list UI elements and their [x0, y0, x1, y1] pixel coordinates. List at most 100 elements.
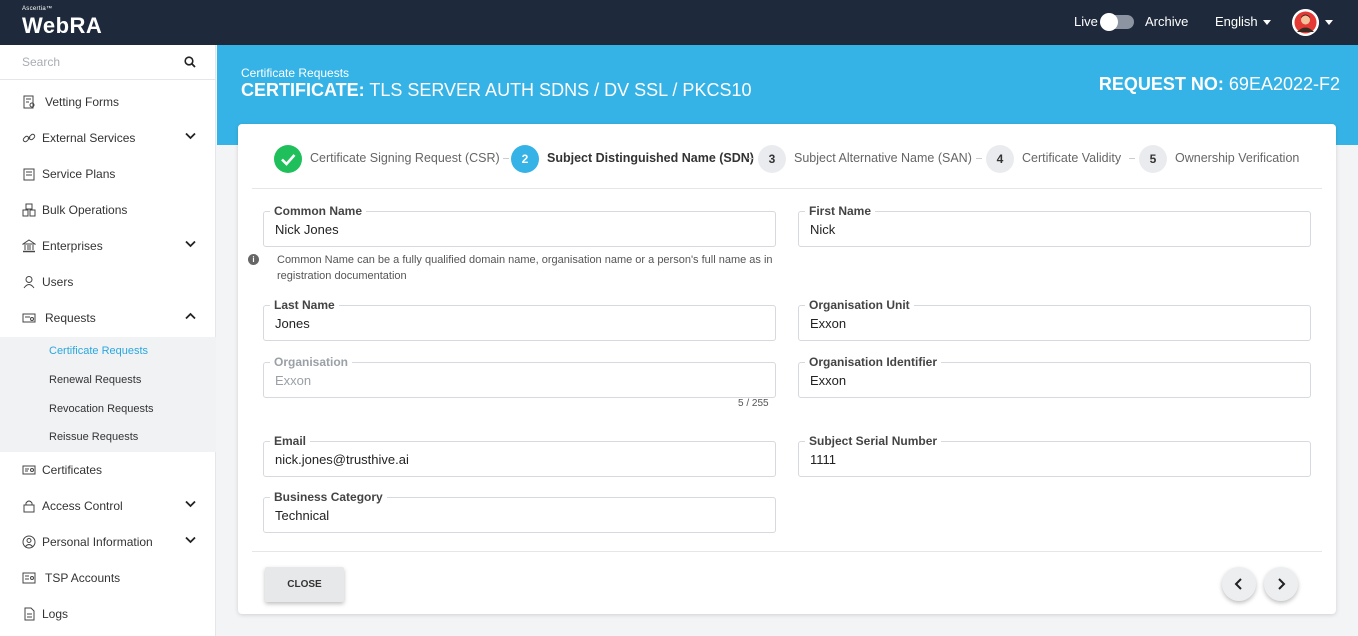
- common-name-field[interactable]: Common Name Nick Jones: [263, 204, 776, 247]
- character-counter: 5 / 255: [738, 398, 769, 409]
- avatar[interactable]: [1292, 9, 1319, 36]
- user-icon: [23, 276, 35, 289]
- step-label: Subject Distinguished Name (SDN): [547, 151, 754, 165]
- search-input[interactable]: Search: [22, 55, 60, 69]
- sidebar-item-label: External Services: [42, 131, 136, 145]
- step-number: 2: [511, 145, 539, 173]
- sidebar-item-users[interactable]: Users: [0, 264, 216, 300]
- organisation-unit-field[interactable]: Organisation Unit Exxon: [798, 298, 1311, 341]
- last-name-input[interactable]: Jones: [275, 316, 310, 331]
- request-number: REQUEST NO: 69EA2022-F2: [1099, 74, 1340, 95]
- bank-icon: [22, 239, 36, 253]
- organisation-field: Organisation Exxon: [263, 355, 776, 398]
- sidebar-item-logs[interactable]: Logs: [0, 596, 216, 632]
- step-number: 5: [1139, 145, 1167, 173]
- request-prefix: REQUEST NO:: [1098, 74, 1224, 94]
- email-field[interactable]: Email nick.jones@trusthive.ai: [263, 434, 776, 477]
- sidebar-item-label: Certificates: [42, 463, 103, 477]
- submenu-reissue-requests[interactable]: Reissue Requests: [49, 431, 138, 443]
- chevron-down-icon: [185, 536, 196, 544]
- sidebar-item-external-services[interactable]: External Services: [0, 120, 216, 156]
- sidebar-item-label: Service Plans: [42, 167, 116, 181]
- step-label: Certificate Signing Request (CSR): [310, 151, 500, 165]
- field-label: Organisation Unit: [805, 298, 914, 312]
- service-plans-icon: [23, 168, 35, 181]
- organisation-identifier-input[interactable]: Exxon: [810, 373, 846, 388]
- submenu-certificate-requests[interactable]: Certificate Requests: [49, 345, 148, 357]
- field-label: Subject Serial Number: [805, 434, 942, 448]
- sidebar-item-label: Enterprises: [42, 239, 103, 253]
- sidebar-item-personal-information[interactable]: Personal Information: [0, 524, 216, 560]
- check-icon: [281, 154, 296, 166]
- subject-serial-number-field[interactable]: Subject Serial Number 1111: [798, 434, 1311, 477]
- logs-icon: [24, 607, 35, 621]
- step-done-badge: [274, 145, 302, 173]
- common-name-hint: i Common Name can be a fully qualified d…: [248, 252, 773, 284]
- webra-logo[interactable]: Ascertia™ WebRA: [22, 6, 102, 38]
- search-bar[interactable]: Search: [0, 45, 216, 80]
- sidebar-item-tsp-accounts[interactable]: TSP Accounts: [0, 560, 216, 596]
- business-category-input[interactable]: Technical: [275, 508, 329, 523]
- sidebar-item-service-plans[interactable]: Service Plans: [0, 156, 216, 192]
- email-input[interactable]: nick.jones@trusthive.ai: [275, 452, 409, 467]
- field-label: Business Category: [270, 490, 387, 504]
- search-icon[interactable]: [184, 56, 196, 68]
- next-button[interactable]: [1264, 567, 1298, 601]
- language-selector[interactable]: English: [1215, 14, 1271, 29]
- sidebar-item-requests[interactable]: Requests: [0, 300, 216, 336]
- close-button[interactable]: CLOSE: [265, 567, 344, 602]
- step-separator: [1129, 158, 1135, 159]
- sidebar-item-label: Bulk Operations: [42, 203, 128, 217]
- chevron-down-icon: [185, 500, 196, 508]
- step-number: 4: [986, 145, 1014, 173]
- sidebar-item-enterprises[interactable]: Enterprises: [0, 228, 216, 264]
- chevron-down-icon: [1262, 20, 1271, 26]
- chevron-up-icon: [185, 312, 196, 320]
- footer-divider: [252, 551, 1322, 552]
- bulk-operations-icon: [22, 203, 36, 217]
- organisation-input: Exxon: [275, 373, 312, 388]
- sidebar-item-access-control[interactable]: Access Control: [0, 488, 216, 524]
- field-label: Email: [270, 434, 311, 448]
- field-label: Last Name: [270, 298, 339, 312]
- info-icon: i: [248, 254, 259, 265]
- common-name-input[interactable]: Nick Jones: [275, 222, 339, 237]
- last-name-field[interactable]: Last Name Jones: [263, 298, 776, 341]
- chevron-right-icon: [1278, 578, 1286, 590]
- sidebar-item-bulk-operations[interactable]: Bulk Operations: [0, 192, 216, 228]
- form-card: Certificate Signing Request (CSR) 2 Subj…: [238, 124, 1336, 614]
- chevron-down-icon: [185, 132, 196, 140]
- live-archive-toggle[interactable]: [1100, 13, 1134, 31]
- business-category-field[interactable]: Business Category Technical: [263, 490, 776, 533]
- requests-icon: [22, 313, 36, 323]
- submenu-revocation-requests[interactable]: Revocation Requests: [49, 403, 154, 415]
- step-label: Certificate Validity: [1022, 151, 1122, 165]
- step-separator: [976, 158, 982, 159]
- sidebar-item-label: Requests: [45, 311, 96, 325]
- previous-button[interactable]: [1222, 567, 1256, 601]
- field-label: First Name: [805, 204, 876, 218]
- subject-serial-number-input[interactable]: 1111: [810, 452, 836, 467]
- tsp-accounts-icon: [22, 572, 36, 584]
- submenu-renewal-requests[interactable]: Renewal Requests: [49, 374, 141, 386]
- certificate-profile: TLS SERVER AUTH SDNS / DV SSL / PKCS10: [369, 80, 752, 100]
- organisation-identifier-field[interactable]: Organisation Identifier Exxon: [798, 355, 1311, 398]
- sidebar-item-vetting-forms[interactable]: Vetting Forms: [0, 84, 216, 120]
- step-separator: [503, 158, 509, 159]
- avatar-chevron-down-icon[interactable]: [1325, 20, 1333, 25]
- sidebar-item-label: Vetting Forms: [45, 95, 120, 109]
- first-name-field[interactable]: First Name Nick: [798, 204, 1311, 247]
- certificate-icon: [22, 465, 36, 475]
- chevron-down-icon: [185, 240, 196, 248]
- sidebar-item-certificates[interactable]: Certificates: [0, 452, 216, 488]
- hint-text: Common Name can be a fully qualified dom…: [277, 254, 773, 282]
- breadcrumb[interactable]: Certificate Requests: [241, 66, 349, 80]
- first-name-input[interactable]: Nick: [810, 222, 835, 237]
- sidebar-item-label: Logs: [42, 607, 69, 621]
- step-label: Subject Alternative Name (SAN): [794, 151, 972, 165]
- chevron-left-icon: [1234, 578, 1242, 590]
- vetting-forms-icon: [23, 95, 35, 109]
- organisation-unit-input[interactable]: Exxon: [810, 316, 846, 331]
- page-title: CERTIFICATE: TLS SERVER AUTH SDNS / DV S…: [241, 80, 751, 101]
- step-number: 3: [758, 145, 786, 173]
